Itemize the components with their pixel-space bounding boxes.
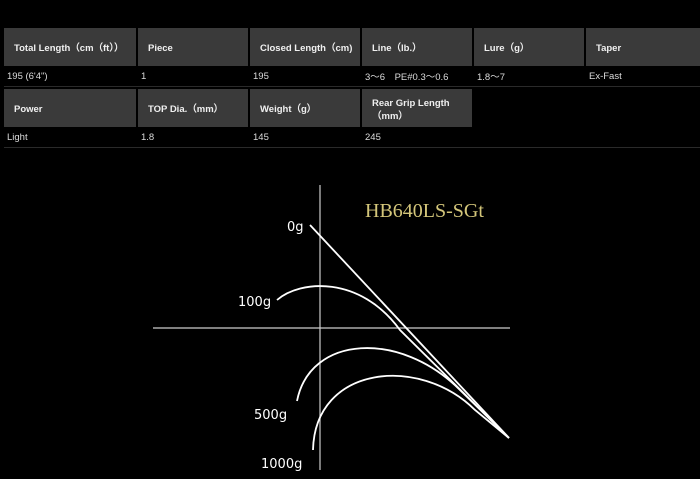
header-weight: Weight（g） bbox=[250, 89, 360, 127]
header-empty-2 bbox=[586, 89, 700, 127]
bend-curve-svg: 0g 100g 500g 1000g HB640LS-SGt bbox=[153, 185, 510, 472]
spec-value-row-1: 195 (6'4") 1 195 3～6 PE#0.3～0.6 1.8～7 Ex… bbox=[4, 66, 700, 87]
value-power: Light bbox=[7, 131, 28, 143]
header-rear-grip-length: Rear Grip Length（mm） bbox=[362, 89, 472, 127]
bend-curve-diagram: 0g 100g 500g 1000g HB640LS-SGt bbox=[0, 160, 700, 479]
header-top-dia: TOP Dia.（mm） bbox=[138, 89, 248, 127]
header-piece: Piece bbox=[138, 28, 248, 66]
value-empty-2 bbox=[586, 127, 700, 147]
header-lure: Lure（g） bbox=[474, 28, 584, 66]
model-name: HB640LS-SGt bbox=[365, 200, 484, 222]
spec-value-row-2: Light 1.8 145 245 bbox=[4, 127, 700, 148]
curve-1000g bbox=[312, 374, 510, 451]
value-empty-1 bbox=[474, 127, 584, 147]
header-empty-1 bbox=[474, 89, 584, 127]
value-top-dia: 1.8 bbox=[141, 131, 155, 143]
value-rear-grip-length: 245 bbox=[365, 131, 381, 143]
value-total-length: 195 (6'4") bbox=[7, 70, 48, 82]
header-power: Power bbox=[4, 89, 136, 127]
spec-table: Total Length（cm（ft）） Piece Closed Length… bbox=[4, 28, 700, 148]
value-lure: 1.8～7 bbox=[477, 72, 505, 83]
header-closed-length: Closed Length（cm) bbox=[250, 28, 360, 66]
header-total-length: Total Length（cm（ft）） bbox=[4, 28, 136, 66]
label-500g: 500g bbox=[254, 408, 287, 423]
curve-100g bbox=[276, 285, 510, 439]
label-1000g: 1000g bbox=[261, 457, 302, 472]
curve-0g bbox=[309, 224, 510, 439]
value-piece: 1 bbox=[141, 70, 147, 82]
value-closed-length: 195 bbox=[253, 70, 269, 82]
value-weight: 145 bbox=[253, 131, 269, 143]
header-taper: Taper bbox=[586, 28, 700, 66]
value-taper: Ex-Fast bbox=[589, 70, 622, 82]
curve-500g bbox=[296, 347, 510, 439]
label-100g: 100g bbox=[238, 295, 271, 310]
header-line: Line（lb.） bbox=[362, 28, 472, 66]
spec-header-row-1: Total Length（cm（ft）） Piece Closed Length… bbox=[4, 28, 700, 66]
value-line: 3～6 PE#0.3～0.6 bbox=[365, 72, 449, 83]
label-0g: 0g bbox=[287, 220, 304, 235]
spec-header-row-2: Power TOP Dia.（mm） Weight（g） Rear Grip L… bbox=[4, 89, 700, 127]
